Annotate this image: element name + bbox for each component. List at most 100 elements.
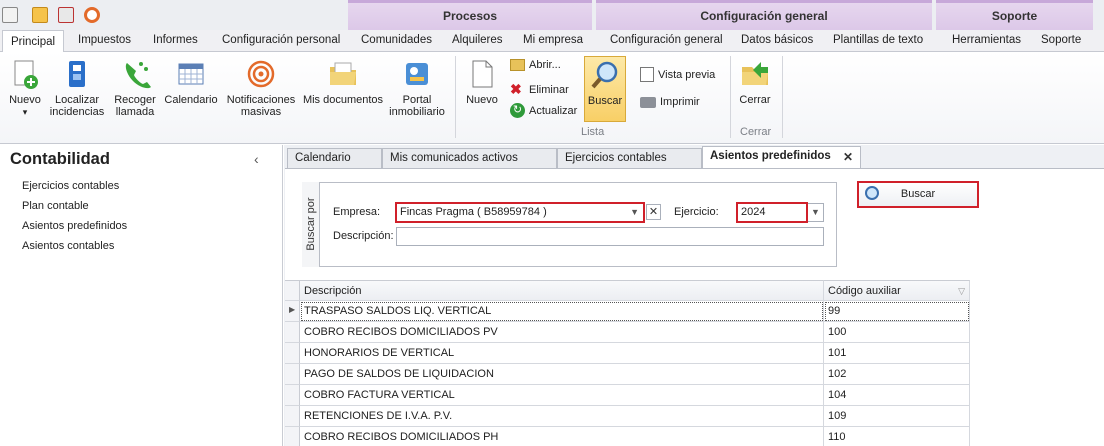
tab-herramientas[interactable]: Herramientas [952,34,1021,46]
lista-nuevo-button[interactable]: Nuevo [462,58,502,106]
row-indicator[interactable] [285,406,300,427]
sidebar-item-plan-contable[interactable]: Plan contable [22,200,89,212]
cell-descripcion[interactable]: RETENCIONES DE I.V.A. P.V. [300,406,824,427]
cell-descripcion[interactable]: COBRO RECIBOS DOMICILIADOS PH [300,427,824,446]
sidebar-item-asientos-predefinidos[interactable]: Asientos predefinidos [22,220,127,232]
ribbon-buscar-button[interactable]: Buscar [584,56,626,122]
current-row-icon: ▶ [289,305,296,314]
tab-comunidades[interactable]: Comunidades [361,34,432,46]
cell-descripcion[interactable]: PAGO DE SALDOS DE LIQUIDACION [300,364,824,385]
portal-icon [406,63,428,85]
tab-configuracion-personal[interactable]: Configuración personal [222,34,340,46]
portal-inmobiliario-button[interactable]: Portal inmobiliario [388,58,446,118]
broadcast-icon [247,60,275,88]
cell-codigo-auxiliar[interactable]: 100 [824,322,970,343]
context-group-soporte: Soporte [936,0,1093,30]
doc-tab-ejercicios-contables[interactable]: Ejercicios contables [557,148,702,168]
clear-empresa-icon[interactable]: ✕ [646,204,661,220]
doc-tab-asientos-predefinidos[interactable]: Asientos predefinidos [702,146,861,169]
ribbon-separator [455,56,456,138]
cell-codigo-auxiliar[interactable]: 99 [824,301,970,322]
tab-plantillas-texto[interactable]: Plantillas de texto [833,34,923,46]
calendario-button[interactable]: Calendario [164,58,218,106]
ejercicio-dropdown-icon[interactable]: ▼ [808,203,824,222]
recoger-llamada-button[interactable]: Recoger llamada [110,58,160,118]
cell-codigo-auxiliar[interactable]: 101 [824,343,970,364]
row-indicator[interactable] [285,343,300,364]
app-menu-icon[interactable] [2,7,18,23]
grid-row-indicator-header [285,280,300,301]
search-group-label: Buscar por [305,197,317,251]
doc-tab-mis-comunicados[interactable]: Mis comunicados activos [382,148,557,168]
imprimir-button[interactable]: Imprimir [640,96,700,108]
abrir-button[interactable]: Abrir... [510,59,561,71]
mail-icon[interactable] [32,7,48,23]
ejercicio-field[interactable]: 2024 [736,202,808,223]
tab-datos-basicos[interactable]: Datos básicos [741,34,813,46]
notificaciones-masivas-button[interactable]: Notificaciones masivas [224,58,298,118]
notifications-icon[interactable] [84,7,100,23]
ejercicio-label: Ejercicio: [674,206,719,218]
cell-descripcion[interactable]: HONORARIOS DE VERTICAL [300,343,824,364]
open-folder-icon [510,59,525,71]
descripcion-input[interactable] [396,227,824,246]
mis-documentos-button[interactable]: Mis documentos [302,58,384,106]
sidebar-item-ejercicios[interactable]: Ejercicios contables [22,180,119,192]
empresa-combo[interactable]: Fincas Pragma ( B58959784 ) ▼ [395,202,645,223]
printer-icon [640,96,656,108]
cerrar-button[interactable]: Cerrar [736,58,774,106]
descripcion-label: Descripción: [333,230,394,242]
refresh-icon: ↻ [510,103,525,118]
context-group-configuracion: Configuración general [596,0,932,30]
row-indicator[interactable]: ▶ [285,301,300,322]
empresa-label: Empresa: [333,206,381,218]
phone-book-icon [69,61,85,87]
actualizar-button[interactable]: ↻ Actualizar [510,103,577,118]
collapse-sidebar-icon[interactable]: ‹ [254,151,259,167]
tab-soporte[interactable]: Soporte [1041,34,1081,46]
row-indicator[interactable] [285,322,300,343]
sidebar-item-asientos-contables[interactable]: Asientos contables [22,240,114,252]
magnifier-icon [591,61,618,89]
cell-codigo-auxiliar[interactable]: 102 [824,364,970,385]
tab-mi-empresa[interactable]: Mi empresa [523,34,583,46]
exit-folder-icon [742,62,768,85]
doc-tab-calendario[interactable]: Calendario [287,148,382,168]
cell-codigo-auxiliar[interactable]: 109 [824,406,970,427]
folder-icon [330,62,356,85]
group-label-cerrar: Cerrar [740,126,772,138]
chevron-down-icon[interactable]: ▼ [630,204,639,221]
sidebar-title: Contabilidad [10,150,110,168]
phone-icon [125,62,151,89]
row-indicator[interactable] [285,385,300,406]
context-group-procesos: Procesos [348,0,592,30]
tab-impuestos[interactable]: Impuestos [78,34,131,46]
cell-descripcion[interactable]: COBRO RECIBOS DOMICILIADOS PV [300,322,824,343]
localizar-incidencias-button[interactable]: Localizar incidencias [48,58,106,118]
tab-informes[interactable]: Informes [153,34,198,46]
group-label-lista: Lista [581,126,605,138]
close-tab-icon[interactable]: ✕ [843,150,853,164]
cell-codigo-auxiliar[interactable]: 110 [824,427,970,446]
search-buscar-button[interactable]: Buscar [857,181,979,208]
vista-previa-button[interactable]: Vista previa [640,67,715,82]
cell-descripcion[interactable]: COBRO FACTURA VERTICAL [300,385,824,406]
cell-descripcion[interactable]: TRASPASO SALDOS LIQ. VERTICAL [300,301,824,322]
cell-codigo-auxiliar[interactable]: 104 [824,385,970,406]
row-indicator[interactable] [285,427,300,446]
ribbon-separator [782,56,783,138]
column-header-descripcion[interactable]: Descripción [300,280,824,301]
row-indicator[interactable] [285,364,300,385]
tasks-icon[interactable] [58,7,74,23]
nuevo-button[interactable]: Nuevo ▾ [6,58,44,118]
filter-icon[interactable]: ▽ [958,281,965,300]
tab-configuracion-general[interactable]: Configuración general [610,34,723,46]
eliminar-button[interactable]: ✖ Eliminar [510,81,569,98]
column-header-codigo-auxiliar[interactable]: Código auxiliar ▽ [824,280,970,301]
new-document-icon [14,60,38,89]
delete-icon: ✖ [510,81,522,97]
preview-icon [640,67,654,82]
search-box [302,182,837,267]
tab-alquileres[interactable]: Alquileres [452,34,503,46]
tab-principal[interactable]: Principal [2,30,64,53]
